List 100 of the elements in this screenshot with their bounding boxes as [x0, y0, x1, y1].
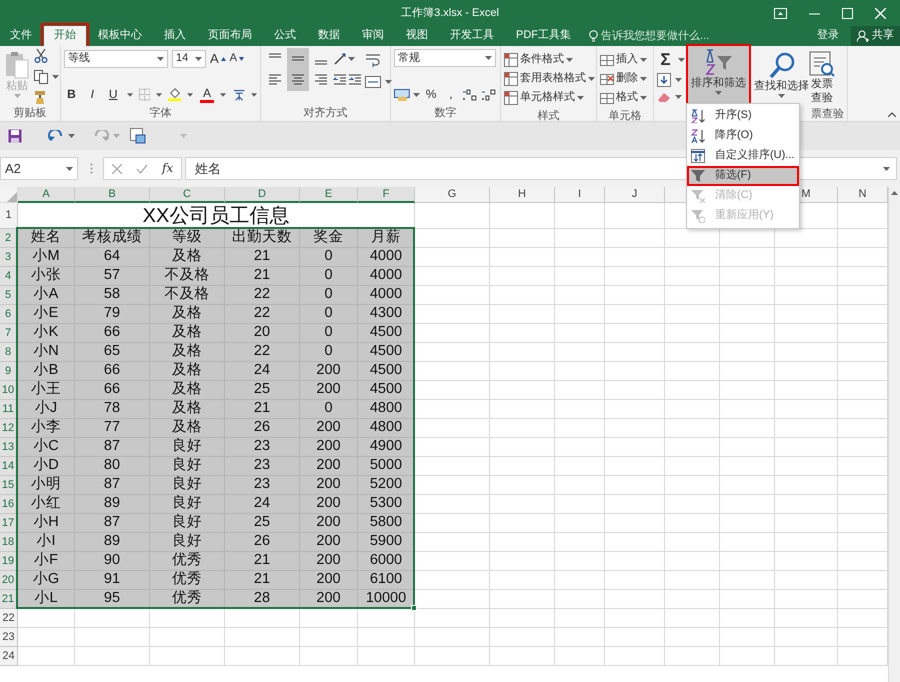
ribbon-tab[interactable]: 插入 [154, 26, 196, 46]
underline-button[interactable]: U [106, 86, 121, 104]
increase-indent-icon[interactable] [348, 72, 362, 86]
ribbon-tab[interactable]: 视图 [396, 26, 438, 46]
caret-icon[interactable] [220, 92, 227, 96]
ribbon-menu-button[interactable]: 套用表格格式 [504, 70, 595, 88]
table-cell [490, 609, 555, 628]
align-left-icon[interactable] [268, 72, 282, 86]
column-header[interactable]: E [300, 187, 358, 203]
grow-font-button[interactable]: A [210, 50, 226, 68]
column-header[interactable]: J [605, 187, 665, 203]
italic-button[interactable]: I [84, 86, 100, 104]
ribbon-menu-button[interactable]: 删除 [600, 70, 650, 88]
caret-icon[interactable] [348, 56, 355, 60]
close-icon[interactable] [875, 8, 886, 18]
vertical-scrollbar[interactable] [888, 187, 900, 682]
column-header[interactable]: F [358, 187, 415, 203]
ribbon-tab[interactable]: 公式 [264, 26, 306, 46]
font-name-field[interactable]: 等线 [64, 50, 168, 68]
ribbon-tab[interactable]: 审阅 [352, 26, 394, 46]
align-right-icon[interactable] [314, 72, 328, 86]
column-header[interactable]: H [490, 187, 555, 203]
row-header[interactable]: 22 [0, 609, 18, 628]
copy-icon[interactable] [34, 70, 48, 84]
ribbon-tab[interactable]: 开始 [44, 26, 86, 46]
merge-cells-icon[interactable] [365, 75, 381, 89]
format-painter-icon[interactable] [34, 90, 48, 104]
fill-handle[interactable] [411, 605, 417, 611]
orientation-icon[interactable] [333, 52, 347, 66]
borders-icon[interactable] [138, 88, 150, 101]
table-cell: 26 [225, 419, 300, 438]
ribbon-tab[interactable]: 开发工具 [440, 26, 504, 46]
accounting-icon[interactable] [394, 88, 410, 102]
ribbon-tab[interactable]: 页面布局 [198, 26, 262, 46]
caret-icon[interactable] [187, 92, 194, 96]
ribbon-tab[interactable]: 文件 [0, 26, 42, 46]
row-header[interactable]: 24 [0, 647, 18, 666]
caret-icon[interactable] [675, 78, 682, 82]
table-cell: 5300 [358, 495, 415, 514]
name-box[interactable]: A2 [0, 157, 78, 180]
maximize-icon[interactable] [842, 8, 853, 18]
caret-icon[interactable] [68, 134, 75, 138]
column-header[interactable]: A [18, 187, 75, 203]
scroll-up-icon[interactable] [891, 191, 898, 195]
caret-icon[interactable] [156, 92, 162, 96]
row-header[interactable]: 1 [0, 203, 18, 229]
percent-button[interactable]: % [422, 86, 440, 104]
caret-icon[interactable] [675, 95, 682, 99]
table-cell: 25 [225, 514, 300, 533]
fill-icon[interactable] [657, 73, 671, 87]
comma-button[interactable]: , [442, 86, 460, 104]
column-header[interactable]: I [555, 187, 605, 203]
sign-in-link[interactable]: 登录 [805, 29, 851, 43]
collapse-ribbon-icon[interactable] [888, 112, 896, 117]
number-format-field[interactable]: 常规 [394, 49, 496, 67]
caret-icon[interactable] [385, 80, 392, 84]
caret-icon[interactable] [126, 92, 133, 96]
ribbon-tab[interactable]: PDF工具集 [506, 26, 581, 46]
tell-me-field[interactable]: 告诉我您想要做什么... [601, 28, 731, 44]
wrap-text-icon[interactable] [365, 53, 381, 67]
fill-color-icon[interactable] [168, 87, 182, 102]
ribbon-menu-button[interactable]: 插入 [600, 51, 650, 69]
table-cell: 4000 [358, 286, 415, 305]
row-header[interactable]: 23 [0, 628, 18, 647]
font-color-button[interactable]: A [200, 86, 214, 102]
ribbon-tab[interactable]: 模板中心 [88, 26, 152, 46]
caret-icon[interactable] [250, 92, 257, 96]
autosum-button[interactable]: Σ [657, 51, 674, 69]
undo-icon[interactable] [48, 130, 64, 142]
column-header[interactable]: C [150, 187, 225, 203]
share-button[interactable]: 共享 [851, 26, 900, 46]
column-header[interactable]: B [75, 187, 150, 203]
phonetic-icon[interactable] [232, 87, 245, 102]
align-center-icon[interactable] [291, 72, 305, 86]
column-header[interactable]: D [225, 187, 300, 203]
ribbon-menu-button[interactable]: 单元格样式 [504, 89, 595, 107]
ribbon-tab[interactable]: 数据 [308, 26, 350, 46]
menu-item[interactable]: 降序(O) [687, 126, 799, 146]
caret-icon[interactable] [52, 74, 59, 78]
save-icon[interactable] [8, 129, 22, 143]
font-size-field[interactable]: 14 [172, 50, 206, 68]
touch-mode-icon[interactable] [130, 128, 146, 144]
shrink-font-button[interactable]: A [230, 50, 244, 68]
menu-item[interactable]: 筛选(F) [687, 166, 799, 186]
table-cell [555, 533, 605, 552]
group-label: 票查验 [810, 108, 844, 121]
decrease-decimal-icon[interactable] [481, 88, 497, 102]
caret-icon[interactable] [678, 58, 685, 62]
ribbon-display-icon[interactable] [774, 8, 787, 18]
insert-function-button[interactable]: fx [162, 161, 174, 176]
increase-decimal-icon[interactable] [462, 88, 478, 102]
column-header[interactable]: G [415, 187, 490, 203]
decrease-indent-icon[interactable] [333, 72, 347, 86]
bold-button[interactable]: B [64, 86, 79, 104]
ribbon-menu-button[interactable]: 条件格式 [504, 51, 595, 69]
column-header[interactable]: N [838, 187, 888, 203]
ribbon-menu-button[interactable]: 格式 [600, 89, 650, 107]
table-cell: 0 [300, 343, 358, 362]
caret-icon[interactable] [412, 92, 420, 96]
scissors-icon[interactable] [34, 49, 48, 63]
